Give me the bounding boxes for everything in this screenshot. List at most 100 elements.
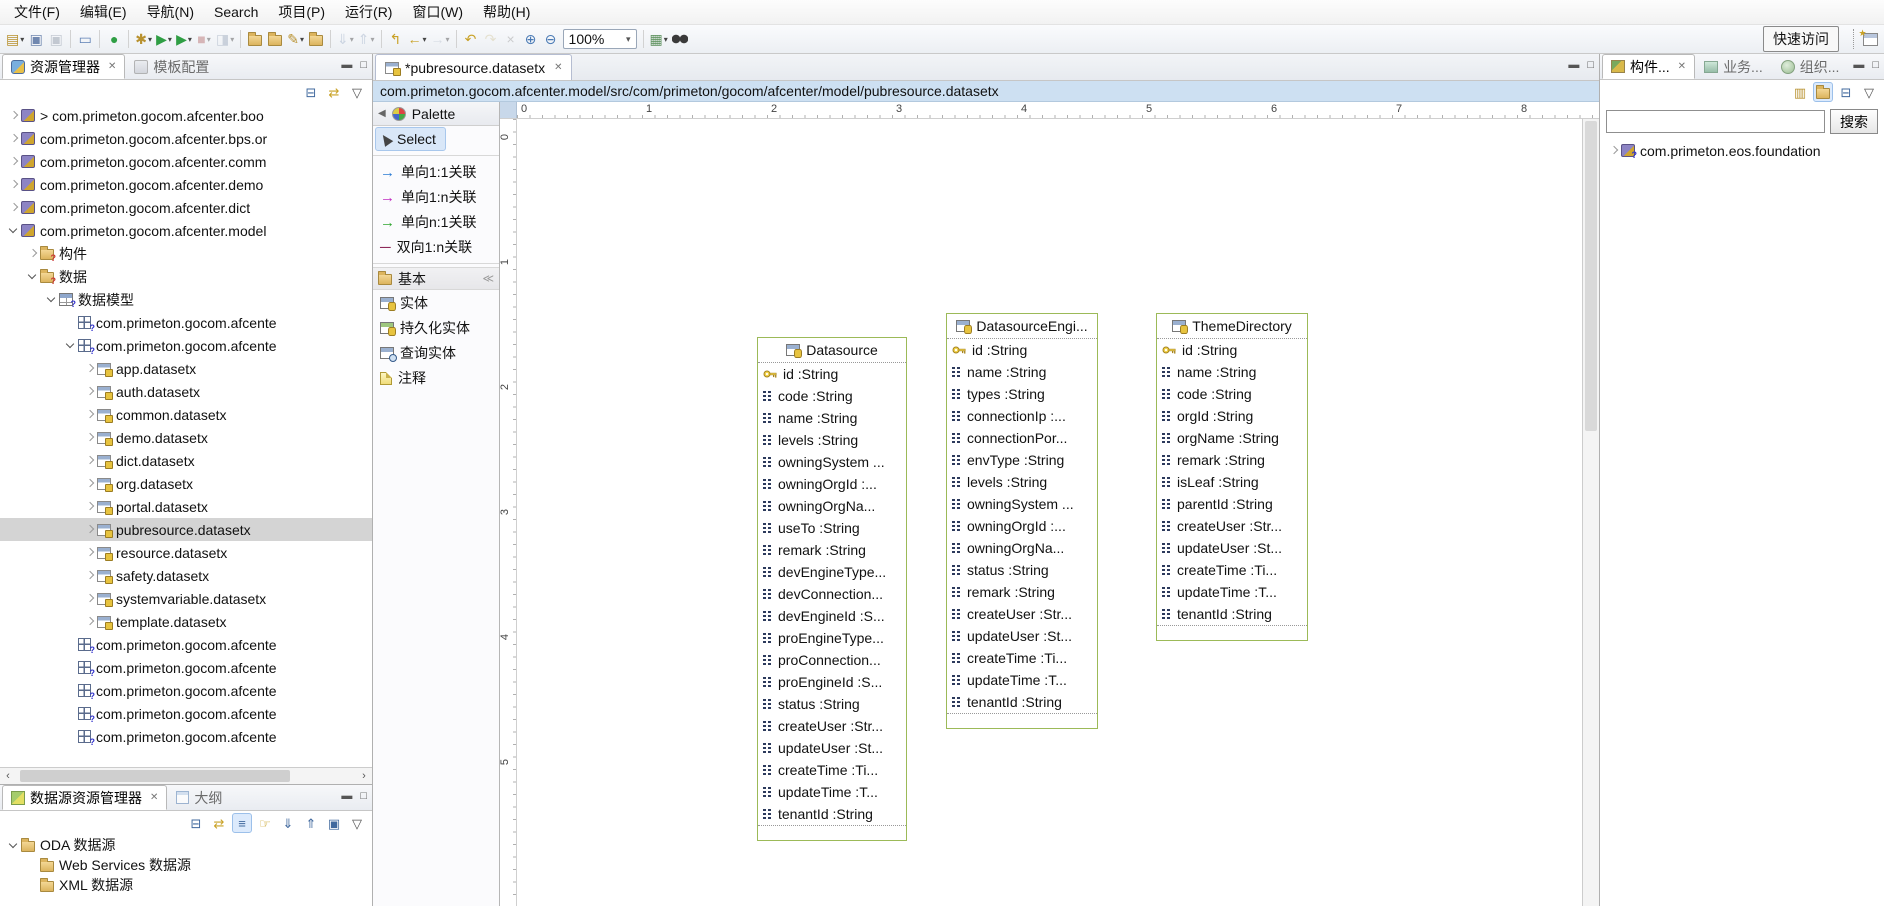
entity-field[interactable]: isLeaf :String	[1157, 471, 1307, 493]
entity-field[interactable]: types :String	[947, 383, 1097, 405]
entity-field[interactable]: tenantId :String	[1157, 603, 1307, 625]
tree-item[interactable]: pubresource.datasetx	[0, 518, 372, 541]
palette-entity-tool[interactable]: 实体	[375, 291, 437, 315]
entity-field[interactable]: code :String	[758, 385, 906, 407]
import-icon[interactable]: ⇓	[278, 813, 298, 833]
maximize-panel-icon[interactable]: □	[1872, 60, 1879, 71]
tree-item[interactable]: com.primeton.gocom.afcente	[0, 702, 372, 725]
menu-item[interactable]: 帮助(H)	[473, 0, 540, 25]
pointer-icon[interactable]: ☞	[255, 813, 275, 833]
scroll-right-icon[interactable]: ›	[356, 768, 372, 784]
entity-field[interactable]: createTime :Ti...	[1157, 559, 1307, 581]
collapse-palette-icon[interactable]: ◀	[378, 108, 386, 119]
mark-occurrences-icon[interactable]: ✎▾	[285, 28, 306, 50]
tab-template-config[interactable]: 模板配置	[125, 54, 218, 79]
entity-field[interactable]: useTo :String	[758, 517, 906, 539]
entity-field[interactable]: updateTime :T...	[1157, 581, 1307, 603]
entity-datasource[interactable]: Datasourceid :Stringcode :Stringname :St…	[757, 337, 907, 841]
tree-item[interactable]: auth.datasetx	[0, 380, 372, 403]
export-icon[interactable]: ⇑	[301, 813, 321, 833]
entity-field[interactable]: proEngineId :S...	[758, 671, 906, 693]
palette-relation-tool[interactable]: ─双向1:n关联	[375, 235, 481, 259]
menu-item[interactable]: 编辑(E)	[70, 0, 137, 25]
menu-item[interactable]: 导航(N)	[137, 0, 204, 25]
entity-field[interactable]: devConnection...	[758, 583, 906, 605]
entity-field[interactable]: name :String	[1157, 361, 1307, 383]
entity-datasourceengi[interactable]: DatasourceEngi...id :Stringname :Stringt…	[946, 313, 1098, 729]
palette-section-basic[interactable]: 基本 ≪	[373, 267, 499, 290]
minimize-panel-icon[interactable]: ▬	[341, 791, 352, 802]
palette-relation-tool[interactable]: →单向1:1关联	[375, 160, 485, 184]
tree-item[interactable]: demo.datasetx	[0, 426, 372, 449]
tree-item[interactable]: com.primeton.gocom.afcente	[0, 334, 372, 357]
new-wizard-icon[interactable]: ▤▾	[4, 28, 26, 50]
maximize-panel-icon[interactable]: □	[360, 60, 367, 71]
entity-field[interactable]: tenantId :String	[758, 803, 906, 825]
tab-outline[interactable]: 大纲	[167, 785, 231, 810]
entity-header[interactable]: DatasourceEngi...	[947, 314, 1097, 339]
entity-themedirectory[interactable]: ThemeDirectoryid :Stringname :Stringcode…	[1156, 313, 1308, 641]
entity-field[interactable]: createUser :Str...	[1157, 515, 1307, 537]
view-menu-icon[interactable]: ▽	[347, 82, 367, 102]
save-icon[interactable]: ▣	[26, 28, 46, 50]
open-search-folder-icon[interactable]	[245, 28, 265, 50]
collapse-all-icon[interactable]: ⊟	[301, 82, 321, 102]
entity-field[interactable]: createTime :Ti...	[758, 759, 906, 781]
entity-field[interactable]: createTime :Ti...	[947, 647, 1097, 669]
entity-field[interactable]: updateUser :St...	[758, 737, 906, 759]
tree-item[interactable]: systemvariable.datasetx	[0, 587, 372, 610]
palette-relation-tool[interactable]: →单向1:n关联	[375, 185, 485, 209]
entity-field[interactable]: status :String	[758, 693, 906, 715]
palette-note-tool[interactable]: 注释	[375, 366, 435, 390]
entity-header[interactable]: ThemeDirectory	[1157, 314, 1307, 339]
tab-resource-explorer[interactable]: 资源管理器✕	[2, 54, 125, 79]
entity-field[interactable]: levels :String	[758, 429, 906, 451]
scroll-left-icon[interactable]: ‹	[0, 768, 16, 784]
open-folder-icon[interactable]	[265, 28, 285, 50]
collapse-all-icon[interactable]: ⊟	[186, 813, 206, 833]
entity-field[interactable]: owningOrgNa...	[758, 495, 906, 517]
tree-item[interactable]: 构件	[0, 242, 372, 265]
minimize-panel-icon[interactable]: ▬	[1853, 60, 1864, 71]
tree-item[interactable]: safety.datasetx	[0, 564, 372, 587]
entity-field[interactable]: createUser :Str...	[758, 715, 906, 737]
entity-field[interactable]: id :String	[758, 363, 906, 385]
entity-field[interactable]: envType :String	[947, 449, 1097, 471]
layout-icon[interactable]: ▦▾	[648, 28, 670, 50]
search-button[interactable]: 搜索	[1830, 109, 1878, 134]
tree-item[interactable]: template.datasetx	[0, 610, 372, 633]
back-icon[interactable]: ←▾	[406, 28, 429, 50]
collapse-all-icon[interactable]: ⊟	[1836, 82, 1856, 102]
palette-query-entity-tool[interactable]: 查询实体	[375, 341, 465, 365]
palette-select-tool[interactable]: Select	[375, 127, 446, 151]
link-with-editor-icon[interactable]: ⇄	[324, 82, 344, 102]
palette-header[interactable]: ◀ Palette	[373, 102, 499, 126]
zoom-out-icon[interactable]: ⊖	[541, 28, 561, 50]
entity-field[interactable]: proConnection...	[758, 649, 906, 671]
tree-mode-icon[interactable]: ≡	[232, 813, 252, 833]
quick-access-button[interactable]: 快速访问	[1763, 26, 1839, 52]
entity-field[interactable]: remark :String	[947, 581, 1097, 603]
debug-icon[interactable]: ✱▾	[133, 28, 154, 50]
tree-item[interactable]: 数据模型	[0, 288, 372, 311]
view-menu-icon[interactable]: ▽	[347, 813, 367, 833]
tree-item[interactable]: resource.datasetx	[0, 541, 372, 564]
console-icon[interactable]: ▭	[75, 28, 95, 50]
entity-field[interactable]: owningOrgId :...	[947, 515, 1097, 537]
entity-field[interactable]: owningOrgId :...	[758, 473, 906, 495]
tab-pubresource-datasetx[interactable]: *pubresource.datasetx ✕	[375, 54, 572, 80]
scrollbar-thumb[interactable]	[20, 770, 290, 782]
menu-item[interactable]: 窗口(W)	[402, 0, 473, 25]
entity-field[interactable]: updateUser :St...	[1157, 537, 1307, 559]
undo-icon[interactable]: ↶	[461, 28, 481, 50]
menu-item[interactable]: 运行(R)	[335, 0, 402, 25]
entity-field[interactable]: proEngineType...	[758, 627, 906, 649]
tab-business[interactable]: 业务...	[1695, 54, 1772, 79]
entity-field[interactable]: tenantId :String	[947, 691, 1097, 713]
import-library-icon[interactable]: ▥	[1790, 82, 1810, 102]
view-menu-icon[interactable]: ▽	[1859, 82, 1879, 102]
entity-field[interactable]: code :String	[1157, 383, 1307, 405]
entity-field[interactable]: levels :String	[947, 471, 1097, 493]
tree-item[interactable]: com.primeton.gocom.afcente	[0, 633, 372, 656]
entity-field[interactable]: id :String	[1157, 339, 1307, 361]
